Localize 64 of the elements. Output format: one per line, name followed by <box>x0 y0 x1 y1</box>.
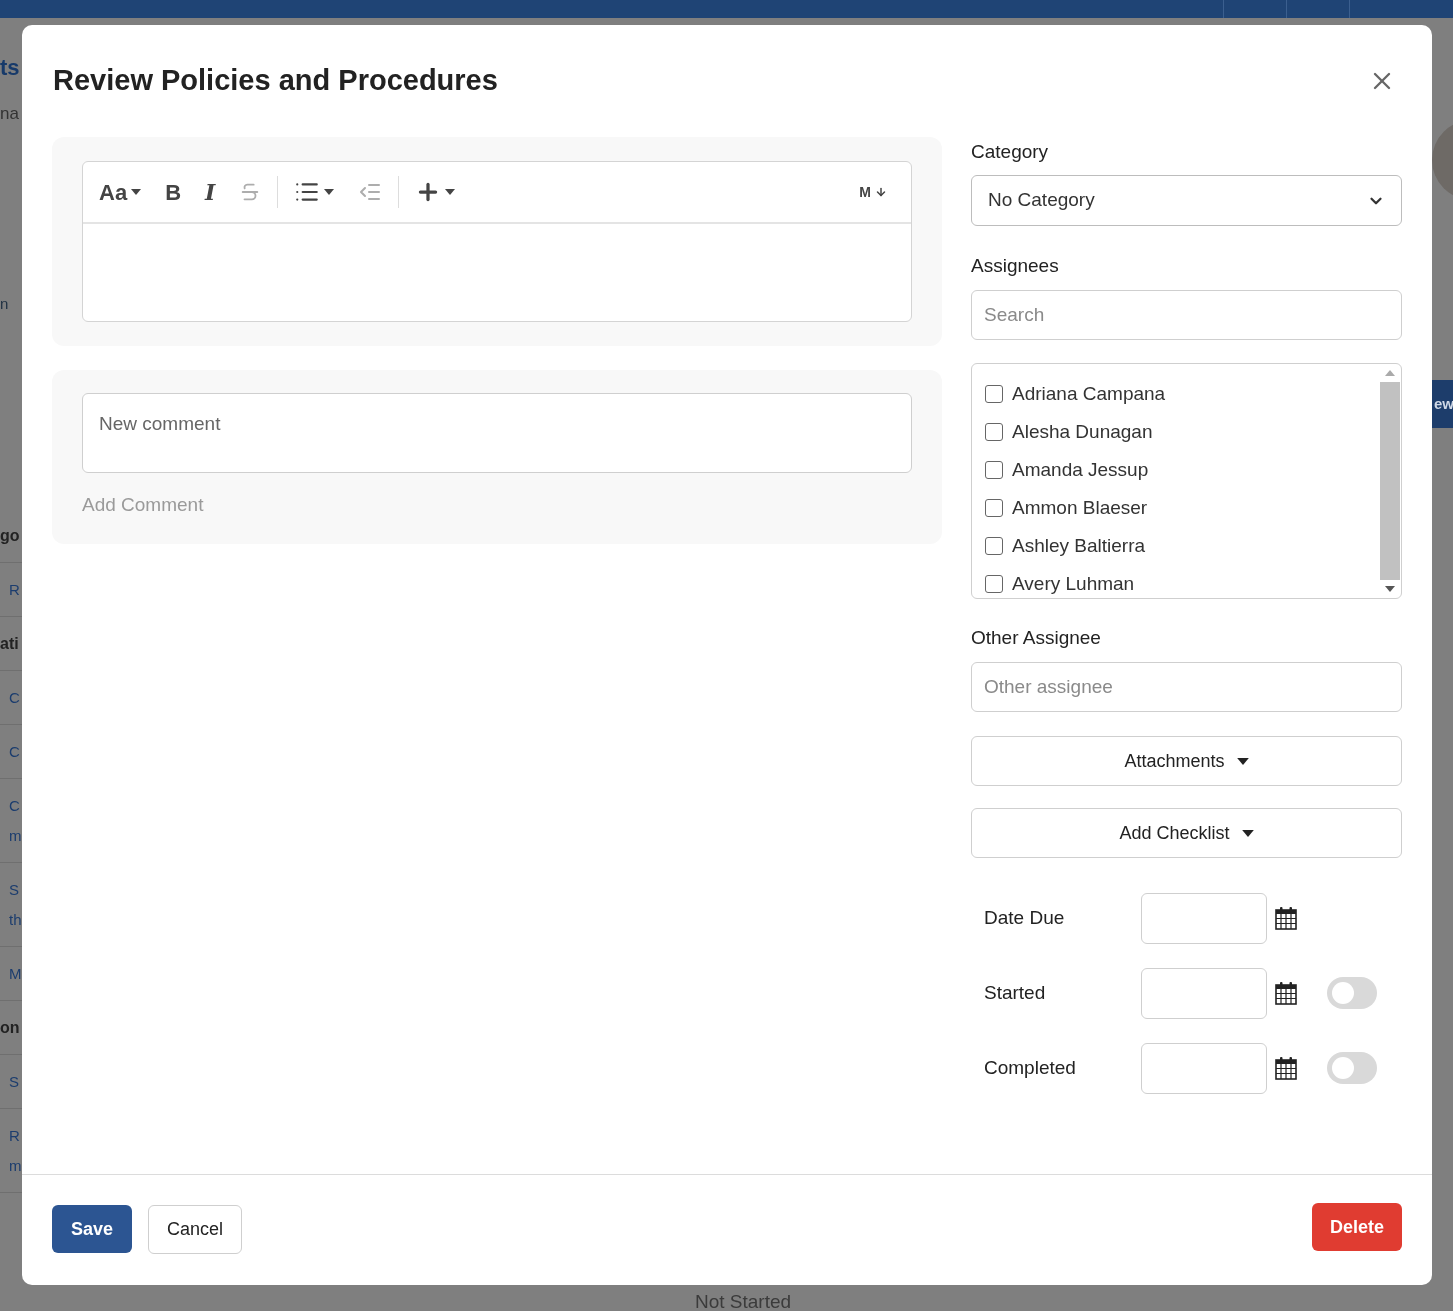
date-field[interactable] <box>1141 1042 1267 1094</box>
date-label: Completed <box>984 1055 1077 1080</box>
background-text: R <box>9 579 21 600</box>
background-text: go <box>0 526 21 546</box>
assignee-option[interactable]: Alesha Dunagan <box>985 418 1379 446</box>
date-field[interactable] <box>1141 967 1267 1019</box>
search-field[interactable]: Search <box>971 290 1402 340</box>
calendar-icon[interactable] <box>1275 906 1297 930</box>
arrow-down-icon <box>875 186 887 198</box>
date-field[interactable] <box>1141 892 1267 944</box>
caret-icon <box>1241 829 1254 837</box>
background-text: R <box>9 1125 21 1146</box>
dialog-title: Review Policies and Procedures <box>53 63 498 99</box>
background-text: S <box>9 879 20 900</box>
calendar-icon[interactable] <box>1275 1056 1297 1080</box>
dropdown-button[interactable]: Attachments <box>971 736 1402 786</box>
background-text: on <box>0 1018 21 1038</box>
font-size-button[interactable]: Aa <box>91 172 150 212</box>
field-label: Other Assignee <box>971 626 1102 650</box>
background-text: m <box>9 825 22 846</box>
save-button[interactable]: Save <box>52 1205 133 1253</box>
toggle-switch[interactable] <box>1327 1052 1377 1084</box>
bold-button[interactable]: B <box>157 172 189 212</box>
checkbox[interactable] <box>985 575 1003 593</box>
other-assignee-field[interactable]: Other assignee <box>971 662 1402 712</box>
background-text: C <box>9 687 21 708</box>
assignee-option[interactable]: Adriana Campana <box>985 380 1379 408</box>
field-label: Category <box>971 140 1050 164</box>
dropdown-button[interactable]: Add Checklist <box>971 808 1402 858</box>
background-text: ati <box>0 634 20 654</box>
background-text: n <box>0 294 10 314</box>
caret-icon <box>1385 370 1395 376</box>
checkbox[interactable] <box>985 461 1003 479</box>
field-label: Assignees <box>971 254 1060 278</box>
text-editor[interactable]: Aa B I M <box>82 161 912 322</box>
assignee-option[interactable]: Ammon Blaeser <box>985 494 1379 522</box>
checkbox[interactable] <box>985 537 1003 555</box>
checkbox[interactable] <box>985 499 1003 517</box>
status-text: Not Started <box>695 1290 792 1311</box>
background-text: S <box>9 1071 20 1092</box>
italic-button[interactable]: I <box>197 172 224 212</box>
background-text: C <box>9 795 21 816</box>
cancel-button[interactable]: Cancel <box>148 1204 243 1254</box>
delete-button[interactable]: Delete <box>1311 1203 1402 1251</box>
assignee-option[interactable]: Ashley Baltierra <box>985 532 1379 560</box>
background-text: C <box>9 741 21 762</box>
date-label: Date Due <box>984 905 1066 930</box>
background-text: na <box>0 103 20 125</box>
assignee-option[interactable]: Avery Luhman <box>985 570 1379 598</box>
checkbox[interactable] <box>985 385 1003 403</box>
calendar-icon[interactable] <box>1275 981 1297 1005</box>
comment-field[interactable]: New comment <box>82 393 912 473</box>
background-text: M <box>9 963 22 984</box>
markdown-button[interactable]: M <box>851 172 895 212</box>
caret-icon <box>1236 757 1249 765</box>
caret-icon <box>1385 586 1395 592</box>
category-select[interactable]: No Category <box>971 175 1402 226</box>
background-text: ts <box>0 54 21 82</box>
toggle-switch[interactable] <box>1327 977 1377 1009</box>
checkbox[interactable] <box>985 423 1003 441</box>
background-text: m <box>9 1155 22 1176</box>
assignee-option[interactable]: Amanda Jessup <box>985 456 1379 484</box>
background-text: th <box>9 909 22 930</box>
date-label: Started <box>984 980 1047 1005</box>
